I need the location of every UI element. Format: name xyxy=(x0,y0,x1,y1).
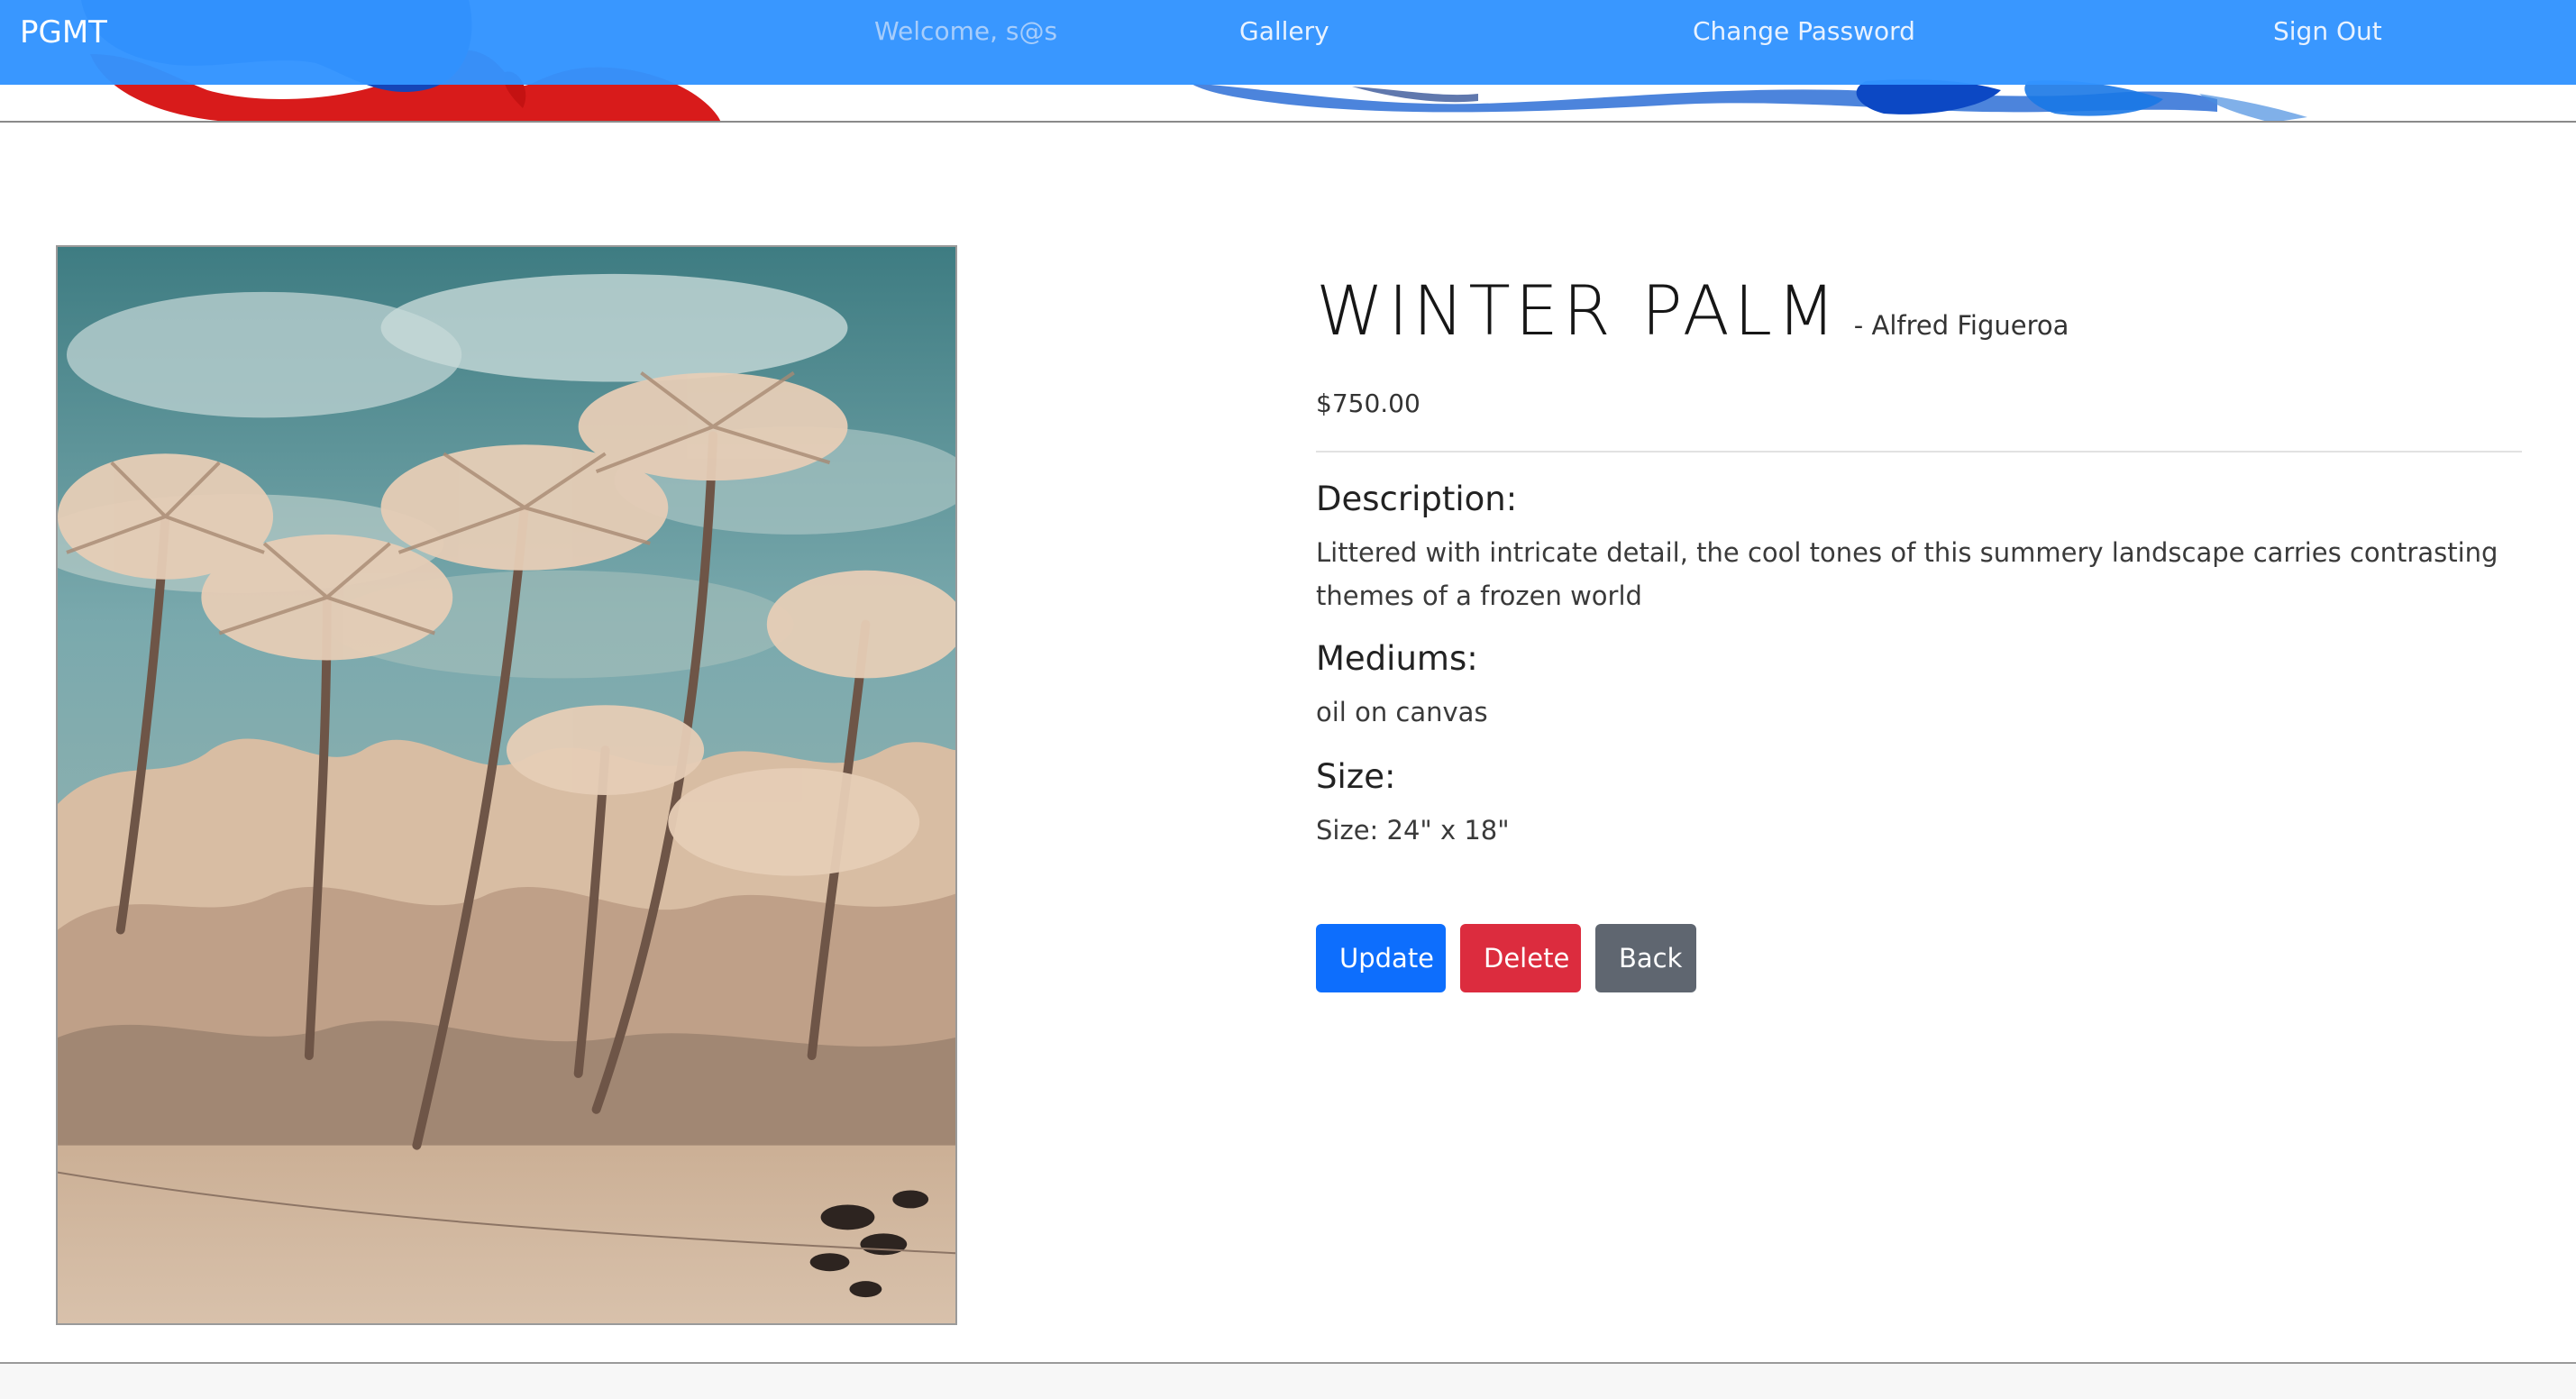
artwork-title: WINTER PALM xyxy=(1316,270,1841,351)
artist-name: - Alfred Figueroa xyxy=(1853,310,2069,341)
delete-button[interactable]: Delete xyxy=(1460,924,1581,992)
divider xyxy=(1316,451,2522,453)
brand-logo[interactable]: PGMT xyxy=(20,14,107,50)
size-heading: Size: xyxy=(1316,757,1396,796)
artwork-price: $750.00 xyxy=(1316,389,1420,418)
action-buttons: Update Delete Back xyxy=(1316,924,2522,992)
description-heading: Description: xyxy=(1316,480,1518,518)
back-button[interactable]: Back xyxy=(1595,924,1696,992)
top-navbar: PGMT Welcome, s@s Gallery Change Passwor… xyxy=(0,0,2576,85)
nav-link-sign-out[interactable]: Sign Out xyxy=(2273,16,2382,46)
mediums-heading: Mediums: xyxy=(1316,639,1478,678)
nav-link-gallery[interactable]: Gallery xyxy=(1239,16,1329,46)
welcome-text: Welcome, s@s xyxy=(874,16,1058,46)
header-banner: PGMT Welcome, s@s Gallery Change Passwor… xyxy=(0,0,2576,123)
nav-link-change-password[interactable]: Change Password xyxy=(1693,16,1915,46)
footer xyxy=(0,1364,2576,1399)
artwork-details: WINTER PALM - Alfred Figueroa $750.00 De… xyxy=(1316,270,2522,992)
title-row: WINTER PALM - Alfred Figueroa xyxy=(1316,270,2522,351)
size-text: Size: 24" x 18" xyxy=(1316,815,1510,846)
palm-landscape-picture xyxy=(58,247,955,1323)
artwork-image xyxy=(56,245,957,1325)
update-button[interactable]: Update xyxy=(1316,924,1446,992)
mediums-text: oil on canvas xyxy=(1316,697,1488,727)
description-text: Littered with intricate detail, the cool… xyxy=(1316,537,2498,611)
